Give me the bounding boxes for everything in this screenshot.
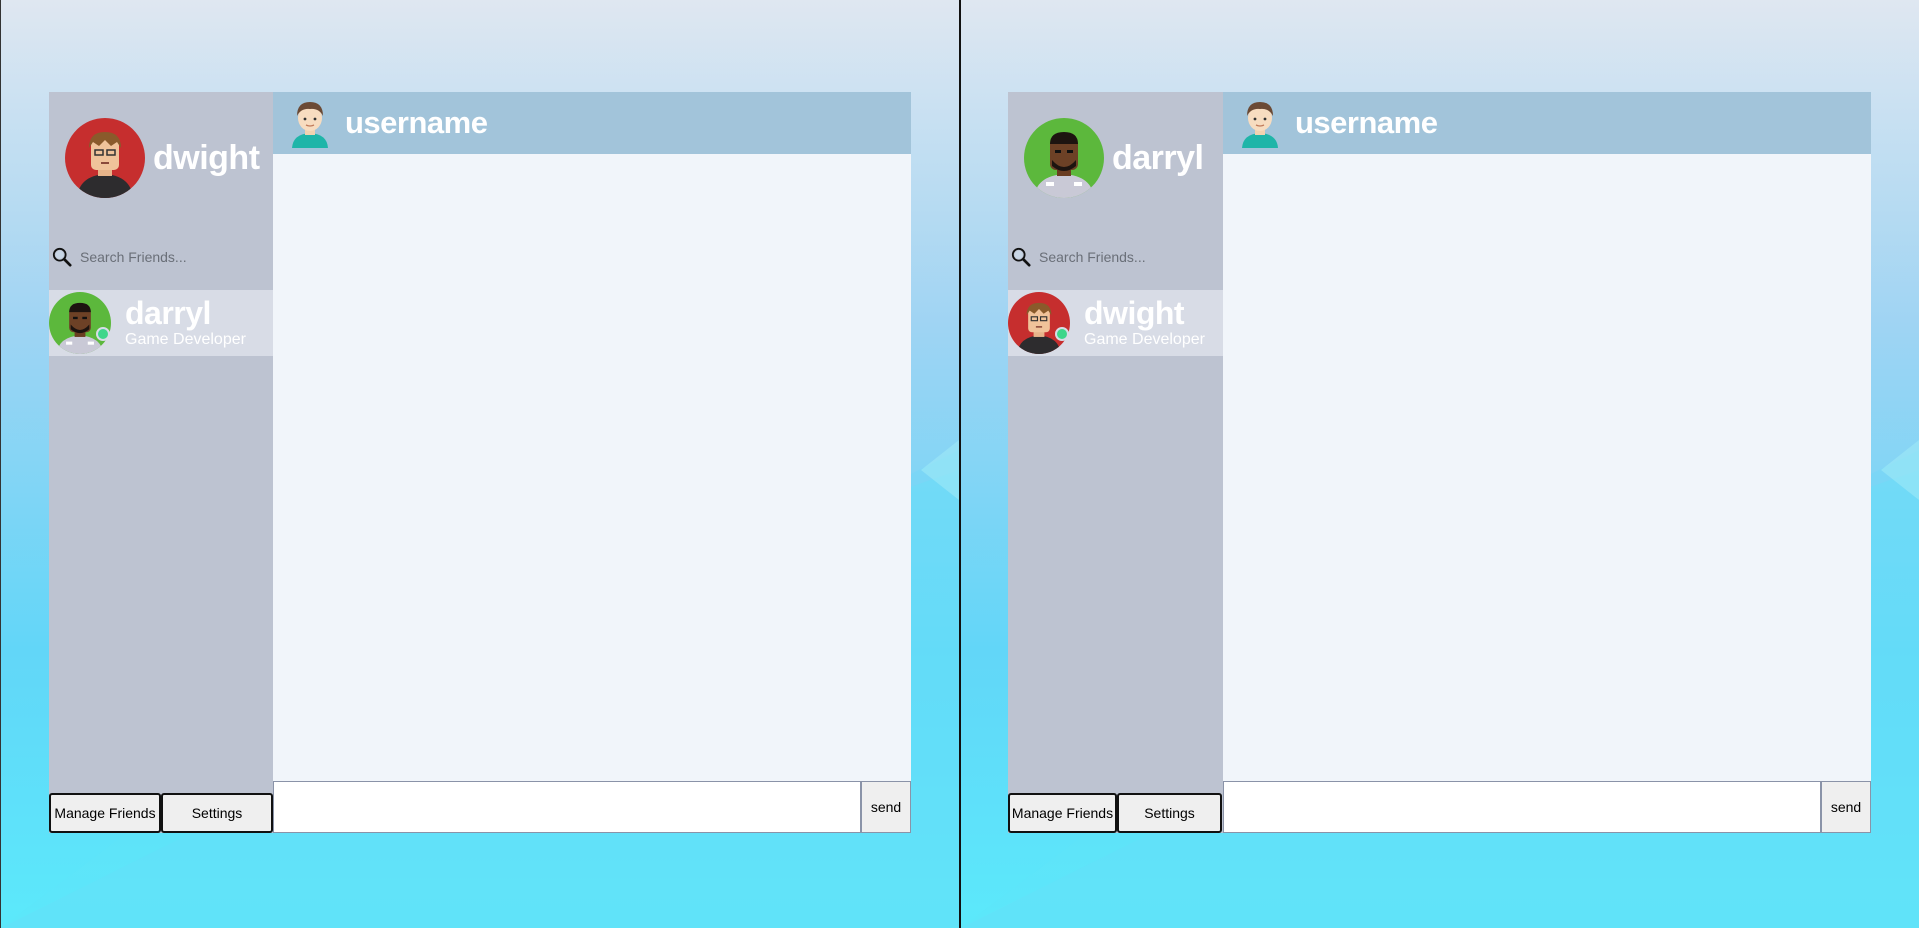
friend-list-item[interactable]: darryl Game Developer bbox=[49, 290, 273, 356]
current-user-name: dwight bbox=[153, 138, 260, 177]
chat-username: username bbox=[345, 105, 488, 140]
sidebar: darryl dwight Game Developer Manage Frie… bbox=[1008, 92, 1223, 833]
send-button[interactable]: send bbox=[1821, 782, 1871, 833]
chat-panel: username send bbox=[273, 92, 911, 833]
message-area[interactable] bbox=[273, 154, 911, 781]
chat-header: username bbox=[1223, 92, 1871, 154]
friend-info: darryl Game Developer bbox=[125, 297, 246, 349]
search-icon bbox=[1011, 246, 1031, 268]
friend-search bbox=[52, 246, 252, 268]
avatar-darryl bbox=[49, 292, 111, 354]
friend-name: dwight bbox=[1084, 295, 1185, 331]
friend-info: dwight Game Developer bbox=[1084, 297, 1205, 349]
message-composer: send bbox=[1223, 781, 1871, 833]
friend-title: Game Developer bbox=[125, 331, 246, 348]
chat-window-right: darryl dwight Game Developer Manage Frie… bbox=[961, 0, 1919, 928]
chat-username: username bbox=[1295, 105, 1438, 140]
chat-app: darryl dwight Game Developer Manage Frie… bbox=[1008, 92, 1871, 833]
friend-search bbox=[1011, 246, 1211, 268]
message-input[interactable] bbox=[1223, 782, 1821, 833]
sidebar: dwight darryl Game Developer Manage Frie… bbox=[49, 92, 273, 833]
avatar-darryl[interactable] bbox=[1024, 118, 1104, 198]
manage-friends-button[interactable]: Manage Friends bbox=[49, 793, 161, 833]
chat-header: username bbox=[273, 92, 911, 154]
avatar-dwight bbox=[1008, 292, 1070, 354]
manage-friends-button[interactable]: Manage Friends bbox=[1008, 793, 1117, 833]
chat-app: dwight darryl Game Developer Manage Frie… bbox=[49, 92, 911, 833]
send-button[interactable]: send bbox=[861, 782, 911, 833]
search-icon bbox=[52, 246, 72, 268]
settings-button[interactable]: Settings bbox=[1117, 793, 1222, 833]
chat-window-left: dwight darryl Game Developer Manage Frie… bbox=[1, 0, 959, 928]
sidebar-buttons: Manage Friends Settings bbox=[1008, 793, 1223, 833]
friend-list-item[interactable]: dwight Game Developer bbox=[1008, 290, 1223, 356]
message-area[interactable] bbox=[1223, 154, 1871, 781]
friend-name: darryl bbox=[125, 295, 211, 331]
online-status-dot bbox=[1055, 327, 1069, 341]
current-user-profile: dwight bbox=[65, 118, 260, 198]
search-input[interactable] bbox=[78, 248, 252, 266]
friend-title: Game Developer bbox=[1084, 331, 1205, 348]
message-input[interactable] bbox=[273, 782, 861, 833]
user-icon bbox=[1239, 98, 1281, 148]
chat-panel: username send bbox=[1223, 92, 1871, 833]
message-composer: send bbox=[273, 781, 911, 833]
current-user-name: darryl bbox=[1112, 138, 1204, 177]
user-icon bbox=[289, 98, 331, 148]
avatar-dwight[interactable] bbox=[65, 118, 145, 198]
sidebar-buttons: Manage Friends Settings bbox=[49, 793, 273, 833]
settings-button[interactable]: Settings bbox=[161, 793, 273, 833]
current-user-profile: darryl bbox=[1024, 118, 1204, 198]
online-status-dot bbox=[96, 327, 110, 341]
search-input[interactable] bbox=[1037, 248, 1211, 266]
